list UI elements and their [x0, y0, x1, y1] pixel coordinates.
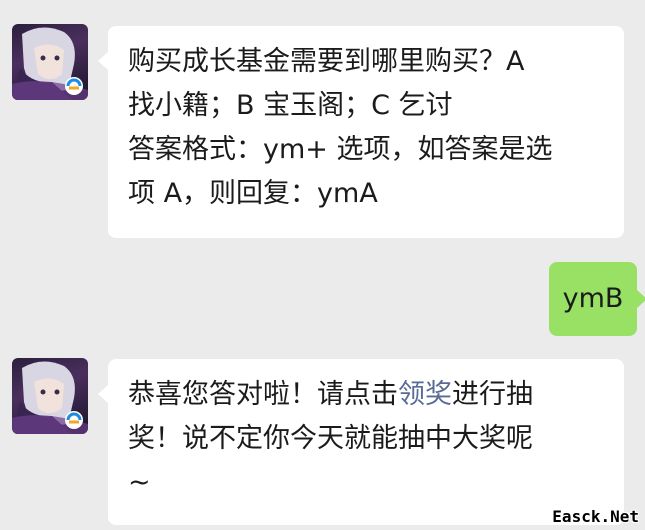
message-text: 恭喜您答对啦！请点击: [128, 379, 398, 410]
my-reply-bubble[interactable]: ymB: [549, 262, 645, 336]
my-reply-text: ymB: [562, 283, 624, 314]
message-bubble-question[interactable]: 购买成长基金需要到哪里购买？A 找小籍；B 宝玉阁；C 乞讨 答案格式：ym+ …: [98, 26, 624, 238]
message-line: 恭喜您答对啦！请点击领奖进行抽: [128, 373, 606, 417]
message-line: 项 A，则回复：ymA: [128, 178, 378, 209]
avatar[interactable]: [12, 358, 88, 434]
watermark: Easck.Net: [552, 507, 639, 526]
message-line: 找小籍；B 宝玉阁；C 乞讨: [128, 90, 453, 121]
message-text: 进行抽: [452, 379, 533, 410]
avatar-image: [12, 361, 88, 434]
avatar[interactable]: [12, 24, 88, 100]
claim-prize-link[interactable]: 领奖: [398, 379, 452, 410]
message-line: ~: [128, 467, 151, 498]
message-line: 奖！说不定你今天就能抽中大奖呢: [128, 423, 533, 454]
message-line: 答案格式：ym+ 选项，如答案是选: [128, 134, 553, 165]
message-line: 购买成长基金需要到哪里购买？A: [128, 46, 525, 77]
message-bubble-result[interactable]: 恭喜您答对啦！请点击领奖进行抽 奖！说不定你今天就能抽中大奖呢 ~: [98, 359, 624, 525]
avatar-image: [12, 27, 88, 100]
